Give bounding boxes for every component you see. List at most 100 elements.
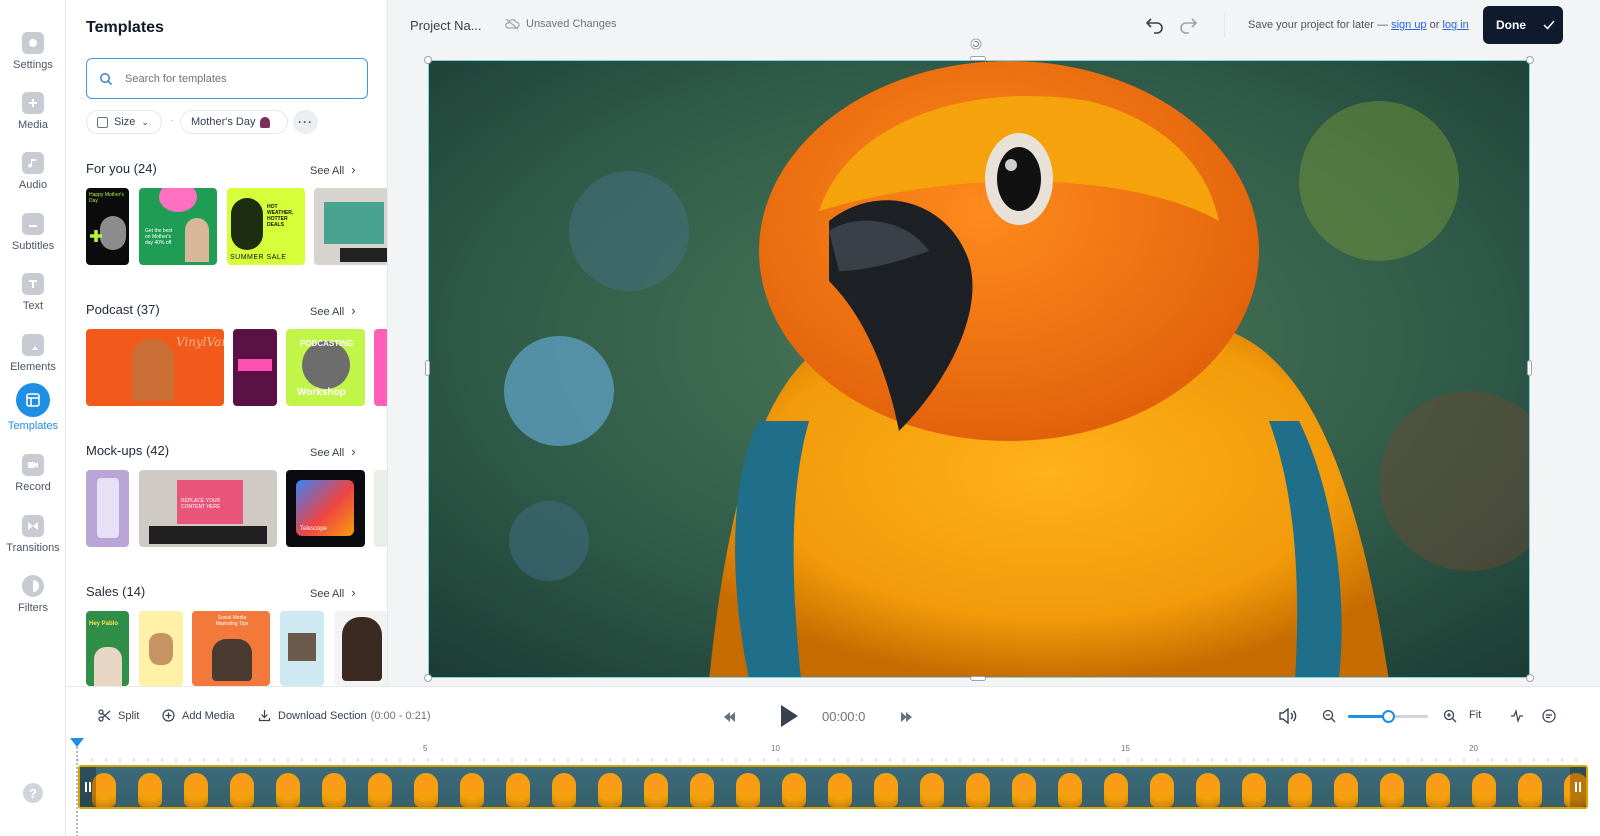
template-thumbnail[interactable]: Happy Mother's Day <box>86 188 129 265</box>
redo-icon[interactable] <box>1178 15 1200 35</box>
fit-button[interactable]: Fit <box>1469 709 1481 721</box>
tulip-icon <box>260 116 271 128</box>
resize-handle[interactable] <box>1526 674 1534 682</box>
thumb-photo <box>100 216 126 250</box>
see-all-podcast-link[interactable]: See All <box>310 303 356 318</box>
sidebar-item-label: Templates <box>7 420 59 432</box>
captions-icon[interactable] <box>1542 709 1556 723</box>
sidebar-item-transitions[interactable]: Transitions <box>0 509 66 565</box>
zoom-slider-track[interactable] <box>1348 710 1428 723</box>
play-icon[interactable] <box>778 703 800 729</box>
resize-handle[interactable] <box>424 56 432 64</box>
sign-up-link[interactable]: sign up <box>1391 19 1426 31</box>
log-in-link[interactable]: log in <box>1442 19 1468 31</box>
thumb-photo <box>342 617 382 681</box>
volume-icon[interactable] <box>1278 708 1298 724</box>
sidebar-item-filters[interactable]: Filters <box>0 569 66 625</box>
clip-frame-parrot <box>598 773 622 807</box>
template-thumbnail[interactable] <box>374 329 387 406</box>
template-thumbnail[interactable] <box>334 611 387 686</box>
clip-frame-parrot <box>230 773 254 807</box>
flower-decoration <box>159 188 197 212</box>
template-thumbnail[interactable]: Telescope <box>286 470 365 547</box>
download-range: (0:00 - 0:21) <box>370 709 431 722</box>
video-preview[interactable] <box>428 60 1530 678</box>
size-filter-dropdown[interactable]: Size ⌄ <box>86 110 162 134</box>
split-button[interactable]: Split <box>98 709 139 722</box>
thumb-text: Get the best on Mother's day 40% off <box>145 228 173 246</box>
resize-handle[interactable] <box>425 360 430 376</box>
template-thumbnail[interactable] <box>374 470 387 547</box>
resize-handle[interactable] <box>1526 56 1534 64</box>
sidebar-item-audio[interactable]: Audio <box>0 146 66 202</box>
mothers-day-filter-chip[interactable]: Mother's Day <box>180 110 288 134</box>
rotate-handle-icon[interactable] <box>970 38 982 50</box>
clip-frame-parrot <box>828 773 852 807</box>
template-thumbnail[interactable]: Get the best on Mother's day 40% off <box>139 188 217 265</box>
template-thumbnail[interactable]: Social Media Marketing Tips <box>192 611 270 686</box>
templates-panel: Templates Size ⌄ · Mother's Day ··· For … <box>66 0 388 686</box>
clip-trim-handle-right[interactable] <box>1570 767 1586 807</box>
template-thumbnail[interactable] <box>86 470 129 547</box>
search-input[interactable] <box>125 72 355 85</box>
sidebar-item-settings[interactable]: Settings <box>0 26 66 82</box>
skip-forward-icon[interactable] <box>900 711 912 723</box>
project-name[interactable]: Project Na... <box>410 18 482 33</box>
resize-handle[interactable] <box>424 674 432 682</box>
undo-icon[interactable] <box>1143 15 1165 35</box>
zoom-in-icon[interactable] <box>1443 709 1457 723</box>
template-thumbnail[interactable] <box>139 611 183 686</box>
more-filters-button[interactable]: ··· <box>293 110 318 134</box>
zoom-out-icon[interactable] <box>1322 709 1336 723</box>
sidebar-item-subtitles[interactable]: Subtitles <box>0 207 66 263</box>
thumb-photo <box>132 339 174 401</box>
zoom-slider-thumb[interactable] <box>1382 710 1395 723</box>
timeline-ruler[interactable]: 5 10 15 20 <box>66 744 1600 762</box>
video-clip-track[interactable] <box>78 765 1588 809</box>
template-thumbnail[interactable] <box>314 188 387 265</box>
aspect-ratio-icon <box>97 116 108 128</box>
resize-handle[interactable] <box>970 56 986 61</box>
see-all-for-you-link[interactable]: See All <box>310 162 356 177</box>
skip-back-icon[interactable] <box>724 711 736 723</box>
add-media-button[interactable]: Add Media <box>162 709 235 722</box>
search-box[interactable] <box>86 58 368 99</box>
clip-frame-parrot <box>690 773 714 807</box>
sidebar-item-text[interactable]: Text <box>0 267 66 323</box>
time-display: 00:00:0 <box>822 709 866 724</box>
template-thumbnail[interactable] <box>280 611 324 686</box>
thumb-photo <box>231 198 263 250</box>
section-title-mockups: Mock-ups (42) <box>86 443 170 458</box>
see-all-mockups-link[interactable]: See All <box>310 444 356 459</box>
playhead[interactable] <box>70 738 84 836</box>
download-section-button[interactable]: Download Section (0:00 - 0:21) <box>258 709 431 722</box>
clip-frame-parrot <box>368 773 392 807</box>
sidebar-item-elements[interactable]: Elements <box>0 328 66 384</box>
done-button[interactable]: Done <box>1483 6 1563 44</box>
clip-frame <box>494 767 540 807</box>
sidebar-item-label: Audio <box>18 179 48 191</box>
resize-handle[interactable] <box>970 676 986 681</box>
mothers-day-label: Mother's Day <box>191 116 256 128</box>
clip-frame <box>540 767 586 807</box>
toolbar-divider <box>1224 12 1225 38</box>
template-thumbnail[interactable]: Hey Pablo <box>86 611 129 686</box>
template-thumbnail[interactable]: REPLACE YOUR CONTENT HERE <box>139 470 277 547</box>
thumb-banner <box>238 359 272 371</box>
help-button[interactable]: ? <box>23 783 43 803</box>
clip-frame <box>1460 767 1506 807</box>
template-thumbnail[interactable]: HOT WEATHER, HOTTER DEALS SUMMER SALE <box>227 188 305 265</box>
sidebar-item-templates[interactable]: Templates <box>0 383 66 439</box>
template-thumbnail[interactable]: PODCASTING Workshop <box>286 329 365 406</box>
template-thumbnail[interactable] <box>233 329 277 406</box>
resize-handle[interactable] <box>1527 360 1532 376</box>
clip-frame-parrot <box>1242 773 1266 807</box>
clip-frame-parrot <box>644 773 668 807</box>
template-thumbnail[interactable]: VinylVaults <box>86 329 224 406</box>
waveform-icon[interactable] <box>1510 709 1524 723</box>
section-title-sales: Sales (14) <box>86 584 146 599</box>
clip-frame <box>310 767 356 807</box>
see-all-sales-link[interactable]: See All <box>310 585 356 600</box>
sidebar-item-media[interactable]: Media <box>0 86 66 142</box>
sidebar-item-record[interactable]: Record <box>0 448 66 504</box>
